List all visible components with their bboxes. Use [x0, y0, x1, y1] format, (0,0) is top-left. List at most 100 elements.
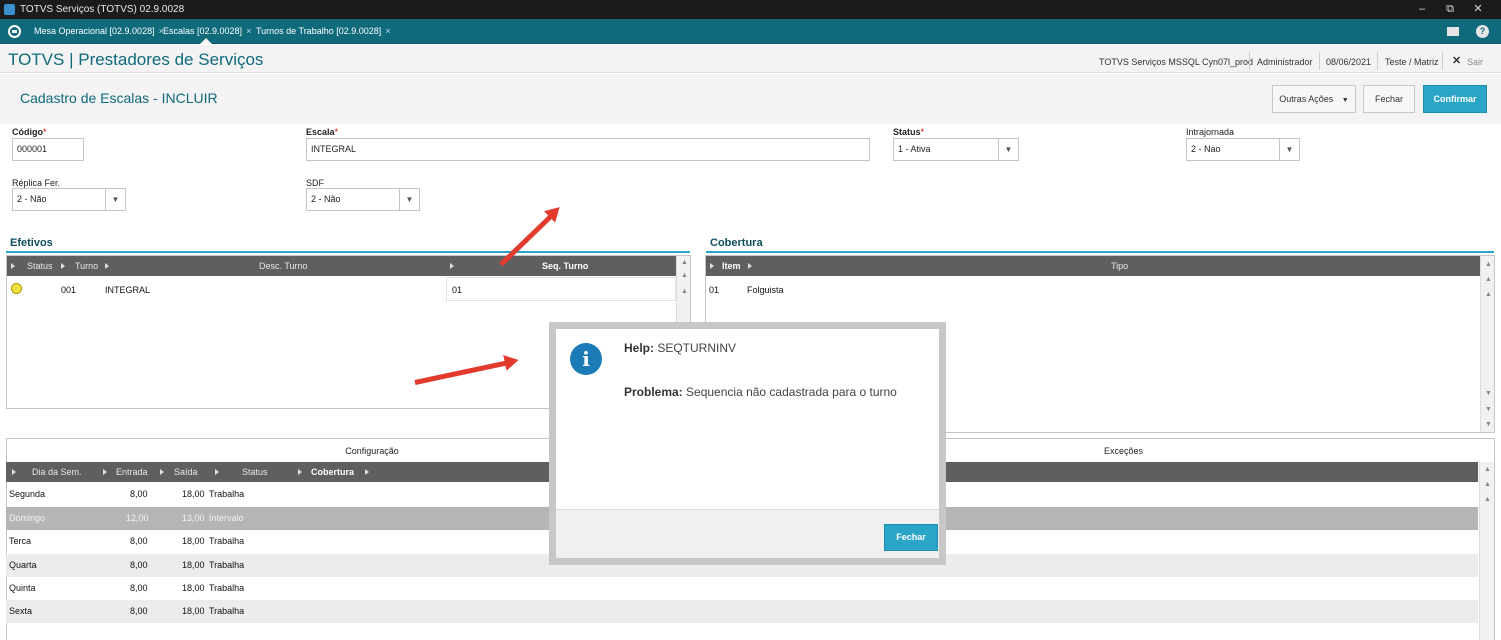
scroll-down-icon[interactable]: ▼ — [1485, 421, 1492, 428]
status-select-value: 1 - Ativa — [898, 144, 931, 154]
config-scrollbar[interactable]: ▲ ▲ ▲ — [1479, 462, 1494, 640]
scroll-up-icon[interactable]: ▲ — [681, 259, 688, 266]
replica-fer-select-value: 2 - Não — [17, 194, 47, 204]
column-header-dia-da-sem[interactable]: Dia da Sem. — [32, 462, 82, 482]
close-tab-icon[interactable]: × — [385, 26, 390, 36]
home-icon[interactable] — [8, 25, 21, 38]
status-cell: Trabalha — [209, 583, 245, 593]
exit-link[interactable]: Sair — [1467, 57, 1483, 67]
date-info: 08/06/2021 — [1326, 57, 1372, 67]
exit-icon[interactable]: ✕ — [1452, 54, 1461, 67]
seq-turno-cell[interactable]: 01 — [452, 285, 462, 295]
status-cell: Trabalha — [209, 536, 245, 546]
escala-label: Escala* — [306, 127, 339, 137]
status-cell: Trabalha — [209, 606, 245, 616]
scroll-page-up-icon[interactable]: ▲ — [1485, 276, 1492, 283]
tab-label: Turnos de Trabalho [02.9.0028] — [256, 26, 382, 36]
intrajornada-label: Intrajornada — [1186, 127, 1235, 137]
codigo-field[interactable]: 000001 — [12, 138, 84, 161]
saida-cell: 18,00 — [182, 489, 205, 499]
dialog-close-button[interactable]: Fechar — [884, 524, 938, 551]
column-header-status[interactable]: Status — [27, 256, 53, 276]
minimize-icon[interactable]: – — [1408, 2, 1436, 16]
tab-escalas[interactable]: Escalas [02.9.0028] × — [163, 26, 251, 36]
status-select[interactable]: 1 - Ativa ▼ — [893, 138, 1019, 161]
table-row[interactable]: Sexta 8,00 18,00 Trabalha — [6, 600, 1478, 623]
chevron-down-icon[interactable]: ▼ — [1279, 139, 1299, 160]
status-label: Status* — [893, 127, 925, 137]
scroll-up-icon[interactable]: ▲ — [1485, 261, 1492, 268]
replica-fer-select[interactable]: 2 - Não ▼ — [12, 188, 126, 211]
column-header-saida[interactable]: Saída — [174, 462, 198, 482]
chevron-down-icon[interactable]: ▼ — [998, 139, 1018, 160]
chevron-down-icon: ▼ — [1341, 97, 1349, 104]
codigo-label: Código* — [12, 127, 47, 137]
window-titlebar: TOTVS Serviços (TOTVS) 02.9.0028 – ⧉ ✕ — [0, 0, 1501, 19]
chevron-down-icon[interactable]: ▼ — [399, 189, 419, 210]
tab-mesa-operacional[interactable]: Mesa Operacional [02.9.0028] × — [34, 26, 164, 36]
column-header-status[interactable]: Status — [242, 462, 268, 482]
entrada-cell: 12,00 — [126, 513, 149, 523]
scroll-up-icon[interactable]: ▲ — [1484, 496, 1491, 503]
efetivos-divider — [6, 251, 690, 253]
column-header-tipo[interactable]: Tipo — [1111, 256, 1128, 276]
other-actions-button[interactable]: Outras Ações ▼ — [1272, 85, 1356, 113]
intrajornada-select[interactable]: 2 - Nao ▼ — [1186, 138, 1300, 161]
replica-fer-label: Réplica Fer. — [12, 178, 61, 188]
efetivos-title: Efetivos — [10, 237, 53, 249]
column-header-cobertura[interactable]: Cobertura — [311, 462, 354, 482]
chevron-down-icon[interactable]: ▼ — [105, 189, 125, 210]
help-icon[interactable]: ? — [1476, 25, 1489, 38]
environment-info: TOTVS Serviços MSSQL Cyn07l_prod — [1099, 57, 1254, 67]
column-header-seq-turno[interactable]: Seq. Turno — [542, 256, 588, 276]
column-header-item[interactable]: Item — [722, 256, 741, 276]
close-tab-icon[interactable]: × — [246, 26, 251, 36]
button-label: Outras Ações — [1279, 94, 1334, 104]
dialog-footer: Fechar — [556, 509, 939, 558]
scroll-up-icon[interactable]: ▲ — [1484, 466, 1491, 473]
escala-field[interactable]: INTEGRAL — [306, 138, 870, 161]
dia-cell: Sexta — [9, 606, 33, 616]
item-cell[interactable]: 01 — [709, 285, 719, 295]
status-cell: Intervalo — [209, 513, 244, 523]
tab-turnos-de-trabalho[interactable]: Turnos de Trabalho [02.9.0028] × — [256, 26, 391, 36]
confirm-button[interactable]: Confirmar — [1423, 85, 1487, 113]
status-yellow-indicator — [11, 283, 22, 294]
sdf-select[interactable]: 2 - Não ▼ — [306, 188, 420, 211]
close-button[interactable]: Fechar — [1363, 85, 1415, 113]
column-header-turno[interactable]: Turno — [75, 256, 98, 276]
restore-icon[interactable]: ⧉ — [1436, 2, 1464, 16]
scroll-page-up-icon[interactable]: ▲ — [681, 272, 688, 279]
table-row[interactable]: Quinta 8,00 18,00 Trabalha — [6, 577, 1478, 600]
cobertura-grid-header: Item Tipo — [706, 256, 1480, 276]
column-header-entrada[interactable]: Entrada — [116, 462, 148, 482]
tab-label: Escalas [02.9.0028] — [163, 26, 243, 36]
help-code: SEQTURNINV — [657, 341, 737, 355]
saida-cell: 18,00 — [182, 560, 205, 570]
dia-cell: Quarta — [9, 560, 37, 570]
desc-turno-cell[interactable]: INTEGRAL — [105, 285, 150, 295]
scroll-down-icon[interactable]: ▼ — [1485, 390, 1492, 397]
scroll-page-down-icon[interactable]: ▼ — [1485, 406, 1492, 413]
scroll-up-icon[interactable]: ▲ — [681, 288, 688, 295]
seq-turno-editor[interactable] — [446, 277, 676, 301]
active-tab-indicator — [200, 38, 212, 44]
turno-cell[interactable]: 001 — [61, 285, 76, 295]
mail-icon[interactable] — [1447, 27, 1459, 36]
user-info[interactable]: Administrador — [1257, 57, 1313, 67]
scroll-up-icon[interactable]: ▲ — [1485, 291, 1492, 298]
cobertura-scrollbar[interactable]: ▲ ▲ ▲ ▼ ▼ ▼ — [1480, 256, 1494, 432]
app-icon — [4, 4, 15, 15]
problem-text: Sequencia não cadastrada para o turno — [686, 385, 897, 399]
help-dialog: i Help: SEQTURNINV Problema: Sequencia n… — [556, 329, 939, 558]
branch-info[interactable]: Teste / Matriz — [1385, 57, 1439, 67]
sdf-label: SDF — [306, 178, 324, 188]
column-header-desc-turno[interactable]: Desc. Turno — [259, 256, 308, 276]
close-window-icon[interactable]: ✕ — [1464, 2, 1492, 16]
scroll-page-up-icon[interactable]: ▲ — [1484, 481, 1491, 488]
tipo-cell[interactable]: Folguista — [747, 285, 784, 295]
tab-bar: Mesa Operacional [02.9.0028] × Escalas [0… — [0, 19, 1501, 44]
efetivos-grid-header: Status Turno Desc. Turno Seq. Turno — [7, 256, 676, 276]
status-cell: Trabalha — [209, 489, 245, 499]
intrajornada-select-value: 2 - Nao — [1191, 144, 1221, 154]
